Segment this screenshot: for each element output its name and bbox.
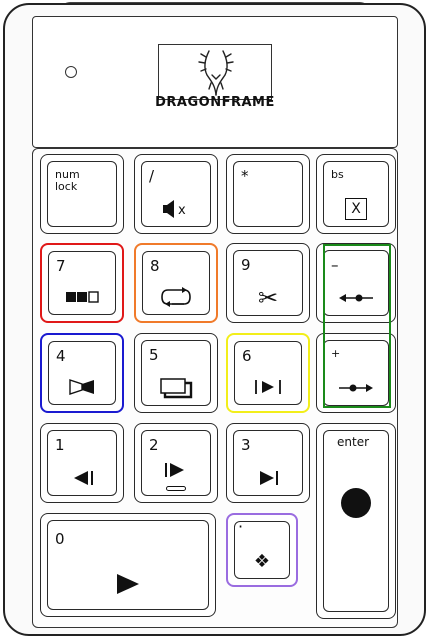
key-label: 1 [55, 436, 65, 454]
homing-bar-icon [166, 486, 186, 491]
key-label: 3 [241, 436, 251, 454]
key-6[interactable]: 6 [226, 333, 310, 413]
key-0-play[interactable]: 0 [40, 513, 216, 617]
delete-frame-icon: X [317, 195, 395, 223]
key-label: / [149, 167, 155, 185]
scissors-icon: ✂ [257, 284, 279, 312]
brand-name: DRAGONFRAME [155, 95, 275, 110]
key-1-step-back[interactable]: 1 [40, 423, 124, 503]
status-led [65, 66, 77, 78]
key-7[interactable]: 7 [40, 243, 124, 323]
loop-icon [136, 283, 216, 311]
key-4[interactable]: 4 [40, 333, 124, 413]
mute-icon: x [135, 195, 217, 223]
play-icon [41, 570, 215, 598]
dragon-logo-icon [158, 44, 272, 100]
key-2-step-forward[interactable]: 2 [134, 423, 218, 503]
key-label: num lock [55, 168, 80, 193]
key-3-skip-end[interactable]: 3 [226, 423, 310, 503]
key-label: * [241, 167, 249, 185]
frame-blocks-icon [42, 283, 122, 311]
key-5[interactable]: 5 [134, 333, 218, 413]
highlight-step-group [323, 244, 391, 408]
key-asterisk[interactable]: * [226, 154, 310, 234]
key-num-lock[interactable]: num lock [40, 154, 124, 234]
key-label: 4 [56, 347, 66, 365]
key-9-cut[interactable]: 9 ✂ [226, 243, 310, 323]
key-label: 2 [149, 436, 159, 454]
key-label: 6 [242, 347, 252, 365]
half-blackout-icon [42, 373, 122, 401]
play-between-bars-icon [228, 373, 308, 401]
diamond-icon: ❖ [253, 550, 271, 572]
key-label: 7 [56, 257, 66, 275]
key-label: · [238, 517, 244, 536]
key-label: 5 [149, 346, 159, 364]
skip-end-icon [227, 464, 309, 492]
step-forward-icon [135, 456, 217, 484]
key-enter-capture[interactable]: enter [316, 423, 396, 619]
key-label: 0 [55, 530, 65, 548]
key-dot[interactable]: · ❖ [226, 513, 298, 587]
stacked-frames-icon [135, 374, 217, 402]
key-8-loop[interactable]: 8 [134, 243, 218, 323]
key-label: enter [337, 435, 370, 449]
key-label: 8 [150, 257, 160, 275]
key-label: bs [331, 168, 344, 181]
key-slash-mute[interactable]: / x [134, 154, 218, 234]
key-label: 9 [241, 256, 251, 274]
key-backspace[interactable]: bs X [316, 154, 396, 234]
svg-text:x: x [178, 203, 186, 218]
capture-dot-icon [341, 488, 371, 518]
step-back-icon [41, 464, 123, 492]
